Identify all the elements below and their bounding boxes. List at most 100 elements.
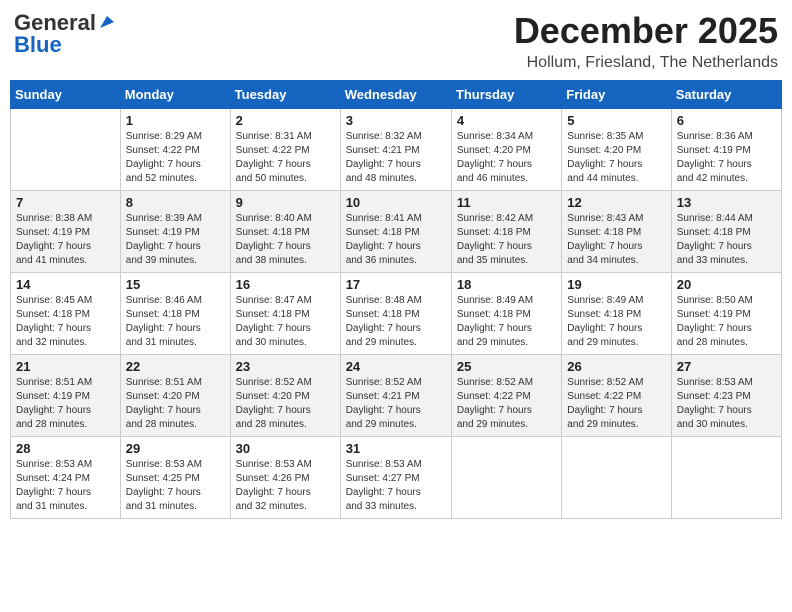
calendar-cell: 7 Sunrise: 8:38 AMSunset: 4:19 PMDaylight…: [11, 191, 121, 273]
calendar-cell: 21Sunrise: 8:51 AMSunset: 4:19 PMDayligh…: [11, 355, 121, 437]
weekday-header: Wednesday: [340, 81, 451, 109]
calendar-cell: 29 Sunrise: 8:53 AMSunset: 4:25 PMDayligh…: [120, 437, 230, 519]
day-number: 30: [236, 441, 335, 456]
calendar-cell: 3 Sunrise: 8:32 AMSunset: 4:21 PMDaylight…: [340, 109, 451, 191]
calendar-cell: 8 Sunrise: 8:39 AMSunset: 4:19 PMDaylight…: [120, 191, 230, 273]
day-number: 3: [346, 113, 446, 128]
day-number: 20: [677, 277, 776, 292]
calendar-week-row: 7 Sunrise: 8:38 AMSunset: 4:19 PMDaylight…: [11, 191, 782, 273]
day-number: 7: [16, 195, 115, 210]
calendar-cell: 25 Sunrise: 8:52 AMSunset: 4:22 PMDayligh…: [451, 355, 561, 437]
calendar-cell: 4Sunrise: 8:34 AMSunset: 4:20 PMDaylight…: [451, 109, 561, 191]
day-number: 21: [16, 359, 115, 374]
calendar-cell: 23 Sunrise: 8:52 AMSunset: 4:20 PMDayligh…: [230, 355, 340, 437]
day-number: 8: [126, 195, 225, 210]
calendar-cell: 18 Sunrise: 8:49 AMSunset: 4:18 PMDayligh…: [451, 273, 561, 355]
day-info: Sunrise: 8:45 AMSunset: 4:18 PMDaylight:…: [16, 294, 115, 350]
calendar-cell: 30 Sunrise: 8:53 AMSunset: 4:26 PMDayligh…: [230, 437, 340, 519]
title-section: December 2025 Hollum, Friesland, The Net…: [514, 10, 778, 72]
day-number: 16: [236, 277, 335, 292]
day-number: 25: [457, 359, 556, 374]
month-title: December 2025: [514, 10, 778, 52]
calendar-cell: 15Sunrise: 8:46 AMSunset: 4:18 PMDayligh…: [120, 273, 230, 355]
day-number: 27: [677, 359, 776, 374]
calendar-cell: 24 Sunrise: 8:52 AMSunset: 4:21 PMDayligh…: [340, 355, 451, 437]
calendar-cell: [451, 437, 561, 519]
calendar-header-row: SundayMondayTuesdayWednesdayThursdayFrid…: [11, 81, 782, 109]
day-number: 18: [457, 277, 556, 292]
day-number: 9: [236, 195, 335, 210]
weekday-header: Friday: [562, 81, 671, 109]
day-info: Sunrise: 8:35 AMSunset: 4:20 PMDaylight:…: [567, 130, 665, 186]
day-info: Sunrise: 8:44 AMSunset: 4:18 PMDaylight:…: [677, 212, 776, 268]
day-info: Sunrise: 8:49 AMSunset: 4:18 PMDaylight:…: [567, 294, 665, 350]
calendar-cell: 31 Sunrise: 8:53 AMSunset: 4:27 PMDayligh…: [340, 437, 451, 519]
day-info: Sunrise: 8:46 AMSunset: 4:18 PMDaylight:…: [126, 294, 225, 350]
day-info: Sunrise: 8:36 AMSunset: 4:19 PMDaylight:…: [677, 130, 776, 186]
calendar-cell: 22 Sunrise: 8:51 AMSunset: 4:20 PMDayligh…: [120, 355, 230, 437]
day-info: Sunrise: 8:52 AMSunset: 4:21 PMDaylight:…: [346, 376, 446, 432]
logo-blue: Blue: [14, 32, 62, 58]
day-info: Sunrise: 8:31 AMSunset: 4:22 PMDaylight:…: [236, 130, 335, 186]
calendar-cell: 11Sunrise: 8:42 AMSunset: 4:18 PMDayligh…: [451, 191, 561, 273]
calendar-table: SundayMondayTuesdayWednesdayThursdayFrid…: [10, 80, 782, 519]
day-info: Sunrise: 8:49 AMSunset: 4:18 PMDaylight:…: [457, 294, 556, 350]
page-header: General Blue December 2025 Hollum, Fries…: [10, 10, 782, 72]
day-info: Sunrise: 8:51 AMSunset: 4:20 PMDaylight:…: [126, 376, 225, 432]
day-number: 2: [236, 113, 335, 128]
day-info: Sunrise: 8:39 AMSunset: 4:19 PMDaylight:…: [126, 212, 225, 268]
day-info: Sunrise: 8:48 AMSunset: 4:18 PMDaylight:…: [346, 294, 446, 350]
weekday-header: Tuesday: [230, 81, 340, 109]
day-info: Sunrise: 8:52 AMSunset: 4:22 PMDaylight:…: [567, 376, 665, 432]
day-info: Sunrise: 8:42 AMSunset: 4:18 PMDaylight:…: [457, 212, 556, 268]
day-info: Sunrise: 8:38 AMSunset: 4:19 PMDaylight:…: [16, 212, 115, 268]
location-title: Hollum, Friesland, The Netherlands: [514, 54, 778, 72]
day-number: 14: [16, 277, 115, 292]
calendar-cell: 19 Sunrise: 8:49 AMSunset: 4:18 PMDayligh…: [562, 273, 671, 355]
day-number: 22: [126, 359, 225, 374]
calendar-cell: 28Sunrise: 8:53 AMSunset: 4:24 PMDayligh…: [11, 437, 121, 519]
day-info: Sunrise: 8:52 AMSunset: 4:20 PMDaylight:…: [236, 376, 335, 432]
day-number: 1: [126, 113, 225, 128]
calendar-week-row: 28Sunrise: 8:53 AMSunset: 4:24 PMDayligh…: [11, 437, 782, 519]
calendar-cell: [11, 109, 121, 191]
day-info: Sunrise: 8:47 AMSunset: 4:18 PMDaylight:…: [236, 294, 335, 350]
calendar-week-row: 21Sunrise: 8:51 AMSunset: 4:19 PMDayligh…: [11, 355, 782, 437]
day-info: Sunrise: 8:52 AMSunset: 4:22 PMDaylight:…: [457, 376, 556, 432]
logo: General Blue: [14, 10, 116, 58]
calendar-cell: 9 Sunrise: 8:40 AMSunset: 4:18 PMDaylight…: [230, 191, 340, 273]
day-number: 23: [236, 359, 335, 374]
day-number: 19: [567, 277, 665, 292]
day-number: 5: [567, 113, 665, 128]
day-info: Sunrise: 8:50 AMSunset: 4:19 PMDaylight:…: [677, 294, 776, 350]
calendar-cell: [671, 437, 781, 519]
day-info: Sunrise: 8:40 AMSunset: 4:18 PMDaylight:…: [236, 212, 335, 268]
calendar-cell: 26 Sunrise: 8:52 AMSunset: 4:22 PMDayligh…: [562, 355, 671, 437]
day-info: Sunrise: 8:43 AMSunset: 4:18 PMDaylight:…: [567, 212, 665, 268]
calendar-cell: 10Sunrise: 8:41 AMSunset: 4:18 PMDayligh…: [340, 191, 451, 273]
day-number: 13: [677, 195, 776, 210]
calendar-cell: 27Sunrise: 8:53 AMSunset: 4:23 PMDayligh…: [671, 355, 781, 437]
weekday-header: Saturday: [671, 81, 781, 109]
calendar-cell: 13 Sunrise: 8:44 AMSunset: 4:18 PMDayligh…: [671, 191, 781, 273]
calendar-week-row: 1Sunrise: 8:29 AMSunset: 4:22 PMDaylight…: [11, 109, 782, 191]
day-info: Sunrise: 8:32 AMSunset: 4:21 PMDaylight:…: [346, 130, 446, 186]
day-info: Sunrise: 8:53 AMSunset: 4:24 PMDaylight:…: [16, 458, 115, 514]
day-number: 29: [126, 441, 225, 456]
day-info: Sunrise: 8:53 AMSunset: 4:25 PMDaylight:…: [126, 458, 225, 514]
day-info: Sunrise: 8:53 AMSunset: 4:26 PMDaylight:…: [236, 458, 335, 514]
weekday-header: Sunday: [11, 81, 121, 109]
calendar-cell: 1Sunrise: 8:29 AMSunset: 4:22 PMDaylight…: [120, 109, 230, 191]
day-number: 26: [567, 359, 665, 374]
logo-bird-icon: [98, 12, 116, 30]
day-info: Sunrise: 8:53 AMSunset: 4:27 PMDaylight:…: [346, 458, 446, 514]
day-number: 17: [346, 277, 446, 292]
calendar-cell: 14 Sunrise: 8:45 AMSunset: 4:18 PMDayligh…: [11, 273, 121, 355]
day-number: 24: [346, 359, 446, 374]
weekday-header: Monday: [120, 81, 230, 109]
calendar-cell: 6Sunrise: 8:36 AMSunset: 4:19 PMDaylight…: [671, 109, 781, 191]
calendar-week-row: 14 Sunrise: 8:45 AMSunset: 4:18 PMDayligh…: [11, 273, 782, 355]
day-number: 31: [346, 441, 446, 456]
day-number: 12: [567, 195, 665, 210]
calendar-cell: 17 Sunrise: 8:48 AMSunset: 4:18 PMDayligh…: [340, 273, 451, 355]
